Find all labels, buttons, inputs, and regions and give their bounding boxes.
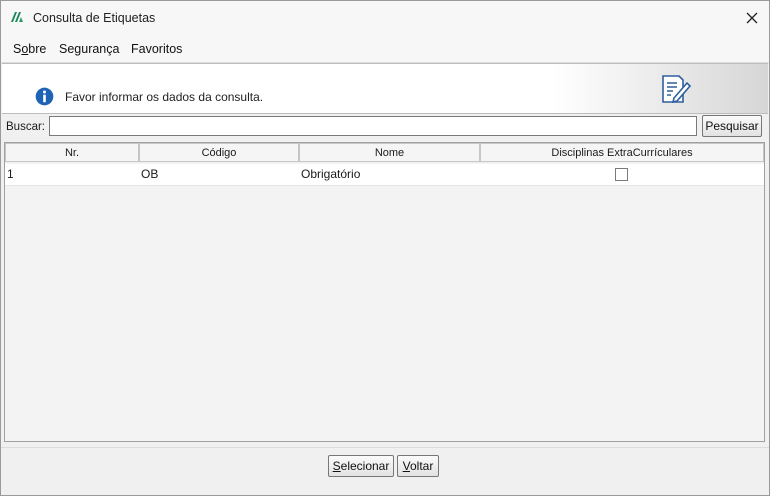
dialog-window: Consulta de Etiquetas Sobre Segurança Fa… (0, 0, 770, 496)
close-button[interactable] (739, 5, 765, 31)
info-icon (35, 87, 54, 106)
search-row: Buscar: Pesquisar (1, 114, 769, 140)
cell-nome: Obrigatório (301, 167, 361, 181)
cell-nr: 1 (7, 167, 14, 181)
table-header: Nr. Código Nome Disciplinas ExtraCurrícu… (5, 143, 764, 163)
close-icon (746, 12, 758, 24)
column-header-extracurricular[interactable]: Disciplinas ExtraCurrículares (480, 143, 764, 162)
back-button-label: Voltar (402, 459, 434, 473)
search-button-label: Pesquisar (705, 119, 759, 133)
select-button-label: Selecionar (332, 459, 390, 473)
cell-codigo: OB (141, 167, 159, 181)
extracurricular-checkbox[interactable] (615, 168, 628, 181)
menu-bar: Sobre Segurança Favoritos (1, 35, 769, 63)
title-bar[interactable]: Consulta de Etiquetas (1, 1, 769, 35)
menu-seguranca[interactable]: Segurança (59, 42, 119, 56)
footer-divider (1, 447, 769, 448)
info-panel: Favor informar os dados da consulta. (2, 63, 768, 114)
column-header-nome[interactable]: Nome (299, 143, 480, 162)
window-title: Consulta de Etiquetas (33, 11, 156, 25)
app-logo-icon (11, 12, 23, 22)
menu-sobre[interactable]: Sobre (13, 42, 46, 56)
document-edit-icon (662, 75, 691, 104)
search-label: Buscar: (6, 121, 45, 133)
table-row[interactable]: 1 OB Obrigatório (5, 164, 764, 186)
search-button[interactable]: Pesquisar (702, 115, 762, 137)
results-table[interactable]: Nr. Código Nome Disciplinas ExtraCurrícu… (4, 142, 765, 442)
select-button[interactable]: Selecionar (328, 455, 394, 477)
back-button[interactable]: Voltar (397, 455, 439, 477)
column-header-codigo[interactable]: Código (139, 143, 299, 162)
column-header-nr[interactable]: Nr. (5, 143, 139, 162)
search-input[interactable] (49, 116, 697, 136)
menu-favoritos[interactable]: Favoritos (131, 42, 182, 56)
info-message: Favor informar os dados da consulta. (65, 90, 264, 104)
